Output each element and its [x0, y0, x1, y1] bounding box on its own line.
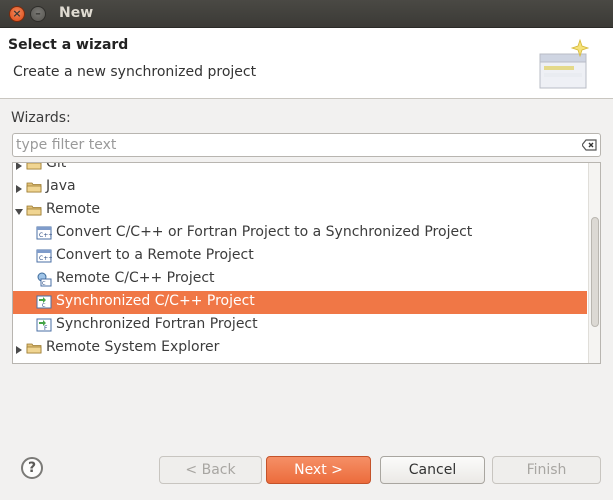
filter-input[interactable]	[16, 136, 576, 154]
tree-wizard-item[interactable]: C Remote C/C++ Project	[13, 268, 587, 291]
next-button[interactable]: Next >	[266, 456, 371, 484]
expand-right-icon[interactable]	[14, 163, 24, 170]
close-icon: ×	[12, 7, 22, 20]
wizard-tree[interactable]: Git Java Remote C++ Convert C/C++ or Fortran…	[12, 162, 601, 364]
filter-field[interactable]	[12, 133, 601, 157]
svg-text:C++: C++	[39, 255, 52, 262]
tree-wizard-item[interactable]: C++ Convert C/C++ or Fortran Project to a…	[13, 222, 587, 245]
tree-folder-item[interactable]: Remote	[13, 199, 587, 222]
svg-text:C: C	[42, 281, 46, 287]
tree-item-label: Java	[46, 178, 76, 194]
sync-fortran-icon: F	[36, 317, 52, 333]
folder-icon	[26, 202, 42, 218]
window-titlebar: × – New	[0, 0, 613, 28]
minimize-window-button[interactable]: –	[30, 6, 46, 22]
tree-item-label: Git	[46, 162, 67, 171]
tree-item-label: Convert to a Remote Project	[56, 247, 254, 263]
back-button[interactable]: < Back	[159, 456, 262, 484]
cancel-button[interactable]: Cancel	[380, 456, 485, 484]
clear-filter-icon[interactable]	[582, 139, 597, 151]
expand-down-icon[interactable]	[14, 205, 24, 215]
tree-scrollbar-thumb[interactable]	[591, 217, 599, 327]
tree-wizard-item[interactable]: C Synchronized C/C++ Project	[13, 291, 587, 314]
expand-right-icon[interactable]	[14, 182, 24, 193]
window-title: New	[59, 5, 94, 21]
tree-scrollbar[interactable]	[588, 163, 600, 363]
tree-item-label: Remote	[46, 201, 101, 217]
tree-folder-item[interactable]: Git	[13, 162, 587, 176]
folder-icon	[26, 340, 42, 356]
tree-wizard-item[interactable]: C++ Convert to a Remote Project	[13, 245, 587, 268]
expand-right-icon[interactable]	[14, 343, 24, 354]
minimize-icon: –	[35, 7, 41, 20]
tree-item-label: Synchronized C/C++ Project	[56, 293, 255, 309]
tree-item-label: Remote C/C++ Project	[56, 270, 215, 286]
tree-folder-item[interactable]: Java	[13, 176, 587, 199]
tree-wizard-item[interactable]: F Synchronized Fortran Project	[13, 314, 587, 337]
finish-button[interactable]: Finish	[492, 456, 601, 484]
folder-icon	[26, 179, 42, 195]
folder-icon	[26, 163, 42, 172]
page-description: Create a new synchronized project	[13, 64, 257, 80]
help-button[interactable]: ?	[21, 457, 43, 479]
cpp-convert-icon: C++	[36, 225, 53, 241]
wizard-header: Select a wizard Create a new synchronize…	[0, 28, 613, 99]
wizards-label: Wizards:	[11, 110, 71, 126]
tree-folder-item[interactable]: Remote System Explorer	[13, 337, 587, 360]
svg-text:C: C	[42, 303, 46, 309]
wizard-banner-icon	[539, 38, 590, 89]
tree-item-label: Synchronized Fortran Project	[56, 316, 258, 332]
close-window-button[interactable]: ×	[9, 6, 25, 22]
svg-text:F: F	[44, 325, 48, 332]
tree-item-label: Remote System Explorer	[46, 339, 220, 355]
page-title: Select a wizard	[8, 37, 129, 53]
svg-text:C++: C++	[39, 232, 52, 239]
sync-cpp-icon: C	[36, 294, 52, 310]
remote-cpp-icon: C	[36, 271, 52, 287]
tree-item-label: Convert C/C++ or Fortran Project to a Sy…	[56, 224, 473, 240]
cpp-convert-icon: C++	[36, 248, 53, 264]
